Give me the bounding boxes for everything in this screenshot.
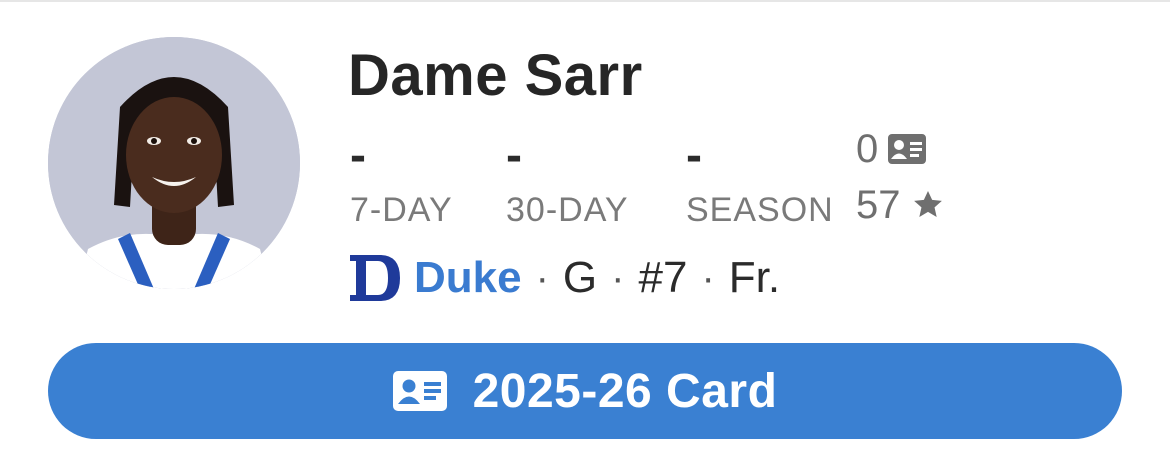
- star-icon: [913, 191, 942, 217]
- stat-value: -: [686, 129, 702, 182]
- card-count-value: 0: [856, 126, 879, 171]
- separator: ·: [535, 255, 549, 300]
- stat-season: - SEASON: [686, 128, 834, 230]
- card-count: 0: [856, 126, 945, 172]
- player-headshot-image: [48, 37, 300, 289]
- stat-label: SEASON: [686, 191, 834, 229]
- team-name-link[interactable]: Duke: [414, 253, 522, 303]
- duke-logo-icon: [350, 255, 400, 301]
- separator: ·: [701, 255, 715, 300]
- stat-label: 30-DAY: [506, 191, 629, 229]
- team-info: Duke · G · #7 · Fr.: [350, 248, 780, 308]
- player-position: G: [562, 253, 598, 302]
- id-card-icon: [888, 134, 927, 164]
- jersey-number: #7: [638, 253, 688, 302]
- stat-30-day: - 30-DAY: [506, 128, 629, 230]
- separator: ·: [611, 255, 625, 300]
- player-avatar[interactable]: [48, 37, 300, 289]
- stat-label: 7-DAY: [350, 191, 453, 229]
- id-card-icon: [392, 371, 447, 411]
- collection-counts: 0 57: [856, 126, 945, 238]
- star-count-value: 57: [856, 182, 901, 227]
- top-divider: [0, 0, 1170, 2]
- season-card-button-label: 2025-26 Card: [472, 364, 778, 418]
- class-year: Fr.: [728, 253, 781, 302]
- star-count: 57: [856, 182, 945, 228]
- season-card-button[interactable]: 2025-26 Card: [48, 343, 1122, 439]
- stat-value: -: [506, 129, 522, 182]
- stat-7-day: - 7-DAY: [350, 128, 453, 230]
- player-name: Dame Sarr: [348, 43, 643, 108]
- stat-value: -: [350, 129, 366, 182]
